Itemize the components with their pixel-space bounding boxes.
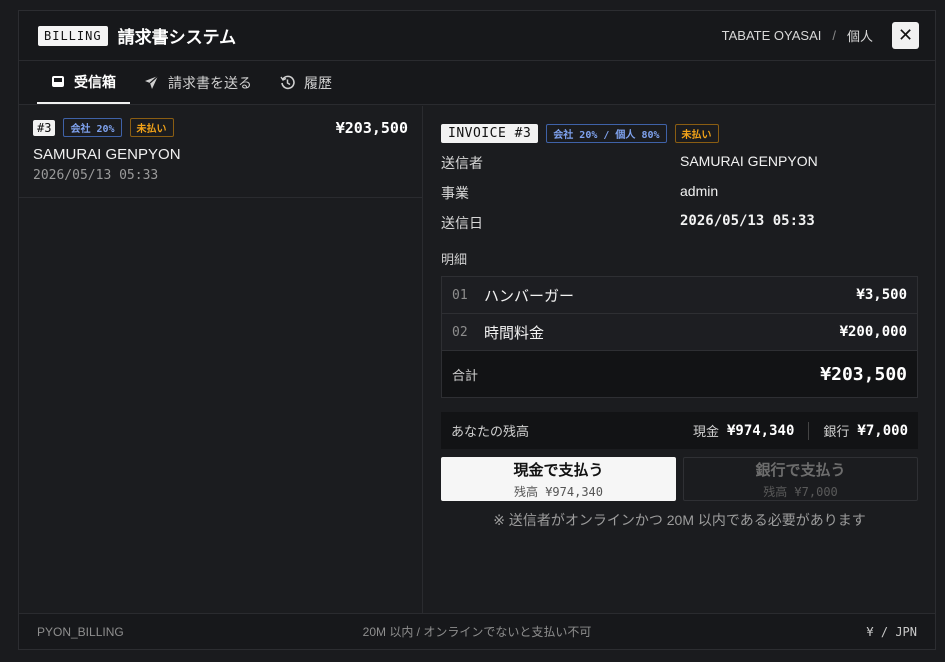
header-bar: BILLING 請求書システム TABATE OYASAI / 個人 ✕ [19, 11, 935, 61]
meta-row-sender: 送信者 SAMURAI GENPYON [441, 153, 918, 183]
payment-actions: 現金で支払う 残高 ¥974,340 銀行で支払う 残高 ¥7,000 [441, 457, 918, 501]
tab-send-invoice[interactable]: 請求書を送る [130, 61, 266, 104]
split-tag: 会社 20% [63, 118, 122, 137]
meta-value: admin [680, 183, 719, 199]
billing-window: BILLING 請求書システム TABATE OYASAI / 個人 ✕ 受信箱… [18, 10, 936, 650]
user-name: TABATE OYASAI [721, 28, 822, 43]
invoice-title: INVOICE #3 [441, 124, 539, 143]
meta-key: 事業 [441, 185, 469, 201]
table-row: 02 時間料金 ¥200,000 [442, 314, 917, 351]
meta-key: 送信者 [441, 155, 483, 171]
invoice-date: 2026/05/13 05:33 [33, 168, 159, 183]
history-icon [280, 75, 295, 90]
account-type: 個人 [846, 29, 873, 44]
meta-value: 2026/05/13 05:33 [680, 213, 815, 229]
balance-divider [808, 421, 810, 440]
pay-cash-balance: 残高 ¥974,340 [513, 484, 604, 499]
split-tag: 会社 20% / 個人 80% [546, 124, 667, 143]
meta-row-business: 事業 admin [441, 183, 918, 213]
bank-label: 銀行 [823, 424, 850, 439]
send-icon [144, 75, 159, 90]
app-badge: BILLING [38, 25, 108, 46]
balance-bar: あなたの残高 現金 ¥974,340 銀行 ¥7,000 [441, 412, 918, 449]
meta-row-date: 送信日 2026/05/13 05:33 [441, 213, 918, 243]
footer-bar: PYON_BILLING 20M 以内 / オンラインでないと支払い不可 ¥ /… [19, 613, 935, 649]
list-item[interactable]: #3 会社 20% 未払い ¥203,500 SAMURAI GENPYON 2… [19, 106, 422, 198]
invoice-number-tag: #3 [33, 119, 56, 136]
footer-locale: ¥ / JPN [866, 624, 917, 639]
pay-cash-label: 現金で支払う [513, 461, 604, 479]
pay-bank-label: 銀行で支払う [755, 461, 846, 479]
invoice-detail: INVOICE #3 会社 20% / 個人 80% 未払い 送信者 SAMUR… [424, 106, 936, 614]
line-number: 01 [452, 287, 468, 303]
invoice-meta: 送信者 SAMURAI GENPYON 事業 admin 送信日 2026/05… [441, 153, 918, 243]
line-items-table: 01 ハンバーガー ¥3,500 02 時間料金 ¥200,000 合計 ¥20… [441, 276, 918, 398]
pay-bank-button[interactable]: 銀行で支払う 残高 ¥7,000 [683, 457, 918, 501]
line-items-label: 明細 [441, 252, 468, 267]
line-number: 02 [452, 324, 468, 340]
invoice-amount: ¥203,500 [335, 118, 408, 137]
meta-key: 送信日 [441, 215, 483, 231]
payment-note: ※ 送信者がオンラインかつ 20M 以内である必要があります [493, 512, 866, 528]
tab-history-label: 履歴 [304, 74, 332, 91]
inbox-list: #3 会社 20% 未払い ¥203,500 SAMURAI GENPYON 2… [19, 106, 423, 614]
tab-bar: 受信箱 請求書を送る 履歴 [19, 61, 935, 105]
inbox-icon [51, 75, 65, 88]
status-badge: 未払い [674, 124, 719, 143]
tab-send-label: 請求書を送る [168, 74, 252, 91]
pay-bank-balance: 残高 ¥7,000 [763, 484, 838, 499]
tab-inbox[interactable]: 受信箱 [37, 61, 130, 104]
app-title: 請求書システム [117, 28, 237, 47]
total-row: 合計 ¥203,500 [442, 351, 917, 397]
tab-inbox-label: 受信箱 [74, 73, 116, 90]
pay-cash-button[interactable]: 現金で支払う 残高 ¥974,340 [441, 457, 676, 501]
close-icon: ✕ [897, 25, 914, 45]
sender-name: SAMURAI GENPYON [33, 146, 181, 163]
status-badge: 未払い [129, 118, 174, 137]
total-label: 合計 [452, 367, 479, 383]
meta-value: SAMURAI GENPYON [680, 153, 818, 169]
user-separator: / [832, 28, 836, 43]
line-name: 時間料金 [484, 324, 545, 342]
cash-label: 現金 [692, 424, 719, 439]
user-info: TABATE OYASAI / 個人 ✕ [722, 22, 935, 49]
table-row: 01 ハンバーガー ¥3,500 [442, 277, 917, 314]
total-amount: ¥203,500 [820, 363, 907, 385]
bank-balance: ¥7,000 [857, 422, 908, 439]
footer-app-id: PYON_BILLING [37, 624, 124, 639]
balance-label: あなたの残高 [451, 424, 530, 439]
close-button[interactable]: ✕ [892, 22, 919, 49]
line-name: ハンバーガー [484, 287, 575, 305]
tab-history[interactable]: 履歴 [266, 61, 346, 104]
cash-balance: ¥974,340 [726, 422, 795, 439]
line-amount: ¥200,000 [839, 324, 907, 340]
footer-notice: 20M 以内 / オンラインでないと支払い不可 [362, 625, 592, 639]
line-amount: ¥3,500 [856, 287, 907, 303]
